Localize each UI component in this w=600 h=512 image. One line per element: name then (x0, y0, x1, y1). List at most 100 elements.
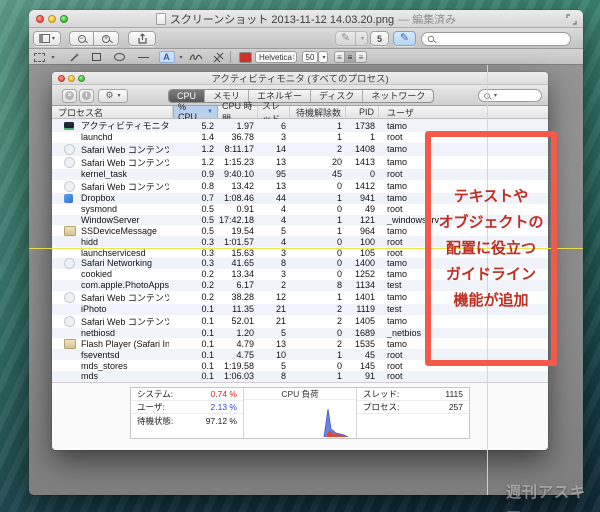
cell-threads: 14 (275, 144, 286, 155)
tab-ネットワーク[interactable]: ネットワーク (362, 89, 433, 102)
selection-tool-dropdown[interactable]: ▾ (48, 51, 56, 63)
cpu-load-graph (323, 408, 349, 437)
cell-pid: 941 (359, 193, 375, 204)
gear-menu-button[interactable]: ⚙ ▾ (98, 88, 128, 103)
instant-alpha-button[interactable] (67, 51, 81, 63)
fullscreen-icon[interactable] (566, 14, 577, 25)
info-circle-icon: i (82, 91, 91, 100)
cell-time: 36.78 (231, 132, 254, 143)
sketch-icon (213, 52, 223, 62)
cell-name: hidd (52, 237, 173, 247)
edited-badge: — 編集済み (398, 14, 457, 26)
ellipse-shape-button[interactable] (113, 51, 126, 63)
no-icon (64, 361, 81, 371)
cell-user: tamo (387, 120, 408, 131)
column-header-process-name[interactable]: プロセス名 (52, 106, 173, 118)
table-row[interactable]: mds 0.1 1:06.03 8 1 91 root (52, 371, 548, 382)
cell-time: 9:40.10 (223, 169, 254, 180)
cell-pid: 1738 (354, 120, 375, 131)
stat-threads: スレッド: 1115 (357, 388, 469, 401)
font-size-value[interactable]: 50 (302, 51, 318, 63)
no-icon (64, 350, 81, 360)
tab-ディスク[interactable]: ディスク (310, 89, 362, 102)
cell-time: 1.97 (236, 120, 254, 131)
cell-pid: 1408 (354, 144, 375, 155)
align-center-button[interactable]: ≡ (345, 51, 356, 63)
selection-icon (34, 52, 45, 62)
close-button[interactable] (36, 14, 44, 23)
search-field[interactable] (421, 31, 571, 46)
system-label: システム: (137, 389, 174, 399)
threads-label: スレッド: (363, 389, 400, 399)
stroke-color-well[interactable] (238, 51, 252, 63)
ghost-icon (64, 144, 81, 154)
column-header-idle-wakeups[interactable]: 待機解除数 (290, 106, 346, 118)
annotation-red-box[interactable]: テキストや オブジェクトの 配置に役立つ ガイドライン 機能が追加 (425, 131, 557, 366)
signature-button[interactable] (188, 51, 203, 63)
adjust-tool-button[interactable] (212, 51, 224, 63)
tab-CPU[interactable]: CPU (169, 89, 205, 102)
align-left-button[interactable]: ≡ (334, 51, 345, 63)
share-button[interactable] (128, 31, 156, 46)
magnifier-minus-icon: − (77, 34, 86, 43)
zoom-button[interactable] (60, 14, 68, 23)
cell-name: アクティビティモニタ (52, 119, 173, 132)
inspect-process-button[interactable]: i (79, 88, 94, 103)
chevron-down-icon: ▾ (179, 54, 183, 61)
preview-toolbar: ▾ − + ✎ ▾ 5 ✎ (29, 28, 583, 49)
cell-threads: 21 (275, 304, 286, 315)
rectangle-shape-button[interactable] (90, 51, 103, 63)
sidebar-icon (38, 34, 50, 43)
line-shape-button[interactable] (137, 51, 149, 63)
annotate-button-disabled: ✎ (335, 31, 356, 46)
cell-pid: 100 (359, 236, 375, 247)
text-tool-button[interactable]: A (158, 51, 175, 63)
pencil-icon: ✎ (340, 32, 351, 44)
cell-time: 13.34 (231, 269, 254, 280)
stat-user: ユーザ: 2.13 % (131, 401, 243, 414)
updown-arrows-icon: ↕ (291, 53, 296, 61)
sort-descending-icon: ▼ (207, 109, 213, 115)
column-header-threads[interactable]: スレッド (258, 101, 290, 124)
align-right-button[interactable]: ≡ (356, 51, 367, 63)
page-number-button[interactable]: 5 (370, 31, 389, 46)
cell-name: fseventsd (52, 350, 173, 360)
cell-wakeups: 1 (336, 349, 342, 360)
cell-threads: 10 (275, 349, 286, 360)
zoom-in-button[interactable]: + (94, 31, 119, 46)
stats-usage-section: システム: 0.74 % ユーザ: 2.13 % 待機状態: 97.12 % (131, 388, 244, 438)
markup-toolbar-button[interactable]: ✎ (393, 31, 416, 46)
idle-value: 97.12 % (205, 415, 237, 426)
window-title: スクリーンショット 2013-11-12 14.03.20.png — 編集済み (29, 10, 583, 28)
text-tool-dropdown[interactable]: ▾ (176, 51, 184, 63)
column-header-pid[interactable]: PID (346, 106, 379, 118)
cell-cpu: 0.8 (201, 181, 214, 192)
column-header-user[interactable]: ユーザ (379, 106, 548, 118)
column-header-cpu-time[interactable]: CPU 時間 (218, 101, 258, 124)
font-family-dropdown[interactable]: Helvetica ↕ (255, 51, 297, 63)
zoom-out-button[interactable]: − (69, 31, 94, 46)
selection-tool-button[interactable] (32, 51, 47, 63)
cell-wakeups: 0 (336, 327, 342, 338)
am-window-title: アクティビティモニタ (すべてのプロセス) (211, 74, 389, 85)
cell-name: Safari Web コンテンツ (52, 180, 173, 193)
cell-time: 15.63 (231, 247, 254, 258)
page-number: 5 (376, 33, 382, 44)
x-circle-icon: × (65, 91, 74, 100)
cell-name: launchservicesd (52, 248, 173, 258)
font-size-dropdown[interactable]: ▾ (318, 51, 328, 63)
cell-wakeups: 0 (336, 236, 342, 247)
annotation-line: オブジェクトの (438, 213, 544, 231)
minimize-button[interactable] (48, 14, 56, 23)
cell-cpu: 0.5 (201, 214, 214, 225)
cell-time: 19.54 (231, 225, 254, 236)
dropbox-icon (64, 193, 81, 203)
column-header-cpu[interactable]: % CPU ▼ (173, 102, 218, 122)
cell-time: 52.01 (231, 316, 254, 326)
sidebar-view-button[interactable]: ▾ (33, 31, 61, 46)
quit-process-button[interactable]: × (62, 88, 77, 103)
markup-pencil-icon: ✎ (399, 32, 410, 44)
stat-processes: プロセス: 257 (357, 401, 469, 414)
cell-pid: 1119 (356, 304, 375, 315)
cell-wakeups: 0 (336, 258, 342, 269)
